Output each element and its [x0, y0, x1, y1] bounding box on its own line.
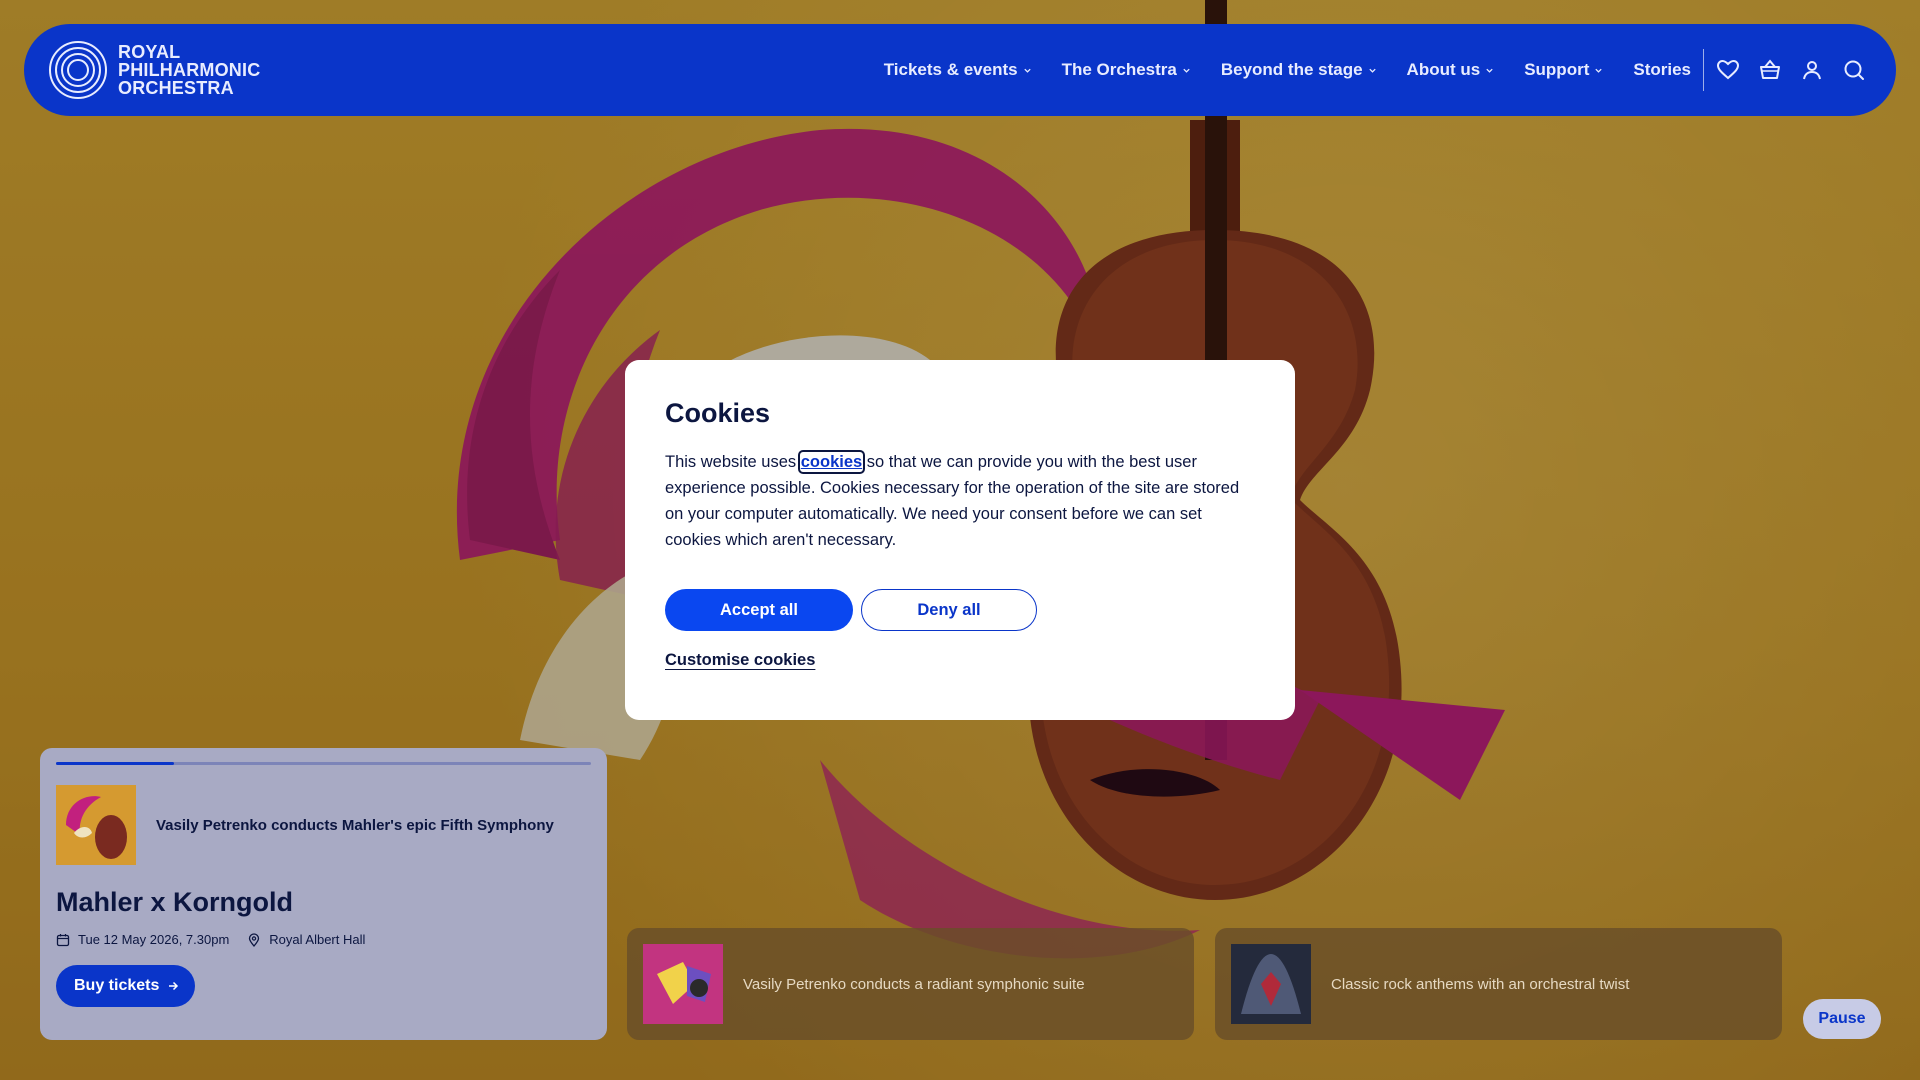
event-meta: Tue 12 May 2026, 7.30pm Royal Albert Hal…: [56, 932, 591, 947]
event-subtitle: Classic rock anthems with an orchestral …: [1331, 975, 1630, 993]
event-venue: Royal Albert Hall: [247, 932, 365, 947]
carousel-card[interactable]: Vasily Petrenko conducts a radiant symph…: [627, 928, 1194, 1040]
search-icon: [1844, 60, 1864, 80]
carousel-card[interactable]: Classic rock anthems with an orchestral …: [1215, 928, 1782, 1040]
cookie-consent-modal: Cookies This website uses cookies so tha…: [625, 360, 1295, 720]
carousel-progress-fill: [56, 762, 174, 765]
nav-label: Support: [1524, 60, 1590, 79]
nav-label: About us: [1406, 60, 1481, 79]
cookies-link[interactable]: cookies: [797, 450, 866, 474]
event-date: Tue 12 May 2026, 7.30pm: [56, 932, 229, 947]
search-button[interactable]: [1840, 56, 1868, 84]
event-artwork: [56, 785, 136, 865]
chevron-down-icon: [1486, 68, 1493, 73]
site-logo[interactable]: ROYAL PHILHARMONIC ORCHESTRA: [48, 40, 260, 100]
event-thumbnail[interactable]: [56, 785, 136, 865]
chevron-down-icon: [1595, 68, 1603, 73]
event-thumbnail: [643, 944, 723, 1024]
logo-rings-icon: [49, 41, 107, 99]
event-subtitle: Vasily Petrenko conducts Mahler's epic F…: [156, 816, 554, 834]
logo-line: ROYAL: [118, 42, 181, 62]
cookie-modal-title: Cookies: [665, 398, 771, 428]
event-thumbnail: [1231, 944, 1311, 1024]
carousel-pause-button[interactable]: Pause: [1803, 999, 1881, 1039]
customise-cookies-link[interactable]: Customise cookies: [665, 651, 815, 670]
nav-label: Beyond the stage: [1220, 60, 1363, 79]
chevron-down-icon: [1023, 68, 1031, 73]
site-header: ROYAL PHILHARMONIC ORCHESTRA Tickets & e…: [24, 24, 1896, 116]
location-pin-icon: [249, 932, 260, 947]
nav-stories[interactable]: Stories: [1633, 60, 1691, 80]
accept-all-button[interactable]: Accept all: [665, 589, 853, 631]
user-icon: [1803, 61, 1821, 80]
calendar-icon: [56, 933, 70, 946]
event-date-text: Tue 12 May 2026, 7.30pm: [78, 932, 230, 947]
chevron-down-icon: [1183, 68, 1190, 73]
account-button[interactable]: [1798, 56, 1826, 84]
header-icons: [1714, 56, 1868, 84]
basket-icon: [1760, 59, 1780, 79]
nav-tickets-events[interactable]: Tickets & events: [884, 60, 1032, 80]
logo-line: ORCHESTRA: [118, 78, 234, 98]
nav-label: Tickets & events: [883, 60, 1018, 79]
cookie-modal-text: This website uses cookies so that we can…: [665, 449, 1255, 553]
event-title: Mahler x Korngold: [56, 887, 294, 917]
chevron-down-icon: [1368, 68, 1376, 73]
cookie-button-row: Accept all Deny all: [665, 589, 1255, 631]
cookie-text-before: This website uses: [665, 453, 801, 471]
deny-all-button[interactable]: Deny all: [861, 589, 1037, 631]
main-nav: Tickets & events The Orchestra Beyond th…: [884, 60, 1691, 80]
featured-event-card: Vasily Petrenko conducts Mahler's epic F…: [40, 748, 607, 1040]
heart-icon: [1716, 59, 1740, 80]
nav-label: Stories: [1633, 60, 1691, 79]
nav-divider: [1703, 49, 1704, 91]
nav-support[interactable]: Support: [1524, 60, 1603, 80]
event-venue-text: Royal Albert Hall: [269, 932, 366, 947]
nav-about-us[interactable]: About us: [1407, 60, 1495, 80]
nav-label: The Orchestra: [1061, 60, 1177, 79]
event-artwork: [1231, 944, 1311, 1024]
nav-beyond-the-stage[interactable]: Beyond the stage: [1221, 60, 1377, 80]
arrow-right-icon: [169, 981, 179, 991]
buy-tickets-button[interactable]: Buy tickets: [56, 965, 196, 1007]
event-artwork: [643, 944, 723, 1024]
logo-wordmark: ROYAL PHILHARMONIC ORCHESTRA: [118, 43, 260, 97]
logo-line: PHILHARMONIC: [118, 60, 261, 80]
buy-tickets-label: Buy tickets: [74, 977, 160, 994]
carousel-progress: [56, 762, 591, 765]
wishlist-button[interactable]: [1714, 56, 1742, 84]
event-subtitle: Vasily Petrenko conducts a radiant symph…: [743, 975, 1085, 993]
nav-the-orchestra[interactable]: The Orchestra: [1062, 60, 1191, 80]
basket-button[interactable]: [1756, 56, 1784, 84]
